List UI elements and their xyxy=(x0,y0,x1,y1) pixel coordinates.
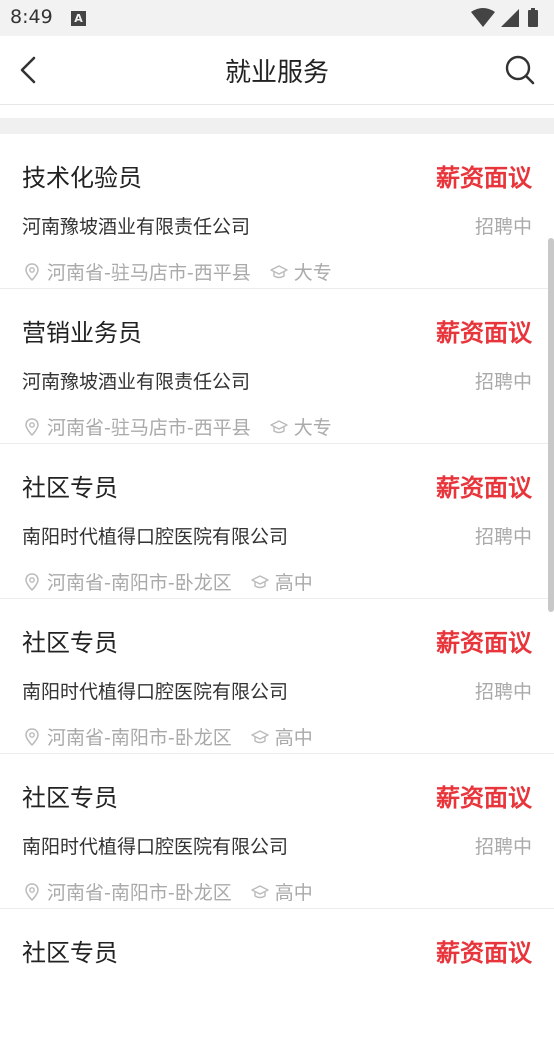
section-divider xyxy=(0,118,554,134)
job-list: 技术化验员 薪资面议 河南豫坡酒业有限责任公司 招聘中 河南省-驻马店市-西平县… xyxy=(0,134,554,1063)
graduation-cap-icon xyxy=(251,574,269,588)
location-pin-icon xyxy=(25,727,39,746)
job-title: 社区专员 xyxy=(22,939,118,967)
job-location: 河南省-驻马店市-西平县 xyxy=(47,262,251,284)
graduation-cap-icon xyxy=(251,884,269,898)
system-status-icons xyxy=(471,8,538,27)
job-meta: 河南省-驻马店市-西平县 大专 xyxy=(22,413,332,440)
job-salary: 薪资面议 xyxy=(436,629,532,657)
job-education: 大专 xyxy=(293,262,332,284)
job-education: 大专 xyxy=(293,417,332,439)
job-card[interactable]: 社区专员 薪资面议 南阳时代植得口腔医院有限公司 招聘中 河南省-南阳市-卧龙区… xyxy=(0,599,554,754)
location-pin-icon xyxy=(25,882,39,901)
job-status: 招聘中 xyxy=(474,371,532,393)
job-title: 社区专员 xyxy=(22,474,118,502)
job-salary: 薪资面议 xyxy=(436,319,532,347)
job-title: 营销业务员 xyxy=(22,319,142,347)
job-education: 高中 xyxy=(274,572,313,594)
job-status: 招聘中 xyxy=(474,836,532,858)
job-education: 高中 xyxy=(274,727,313,749)
job-company: 南阳时代植得口腔医院有限公司 xyxy=(22,681,289,703)
job-company: 河南豫坡酒业有限责任公司 xyxy=(22,216,251,238)
search-icon[interactable] xyxy=(500,50,540,90)
job-card[interactable]: 社区专员 薪资面议 南阳时代植得口腔医院有限公司 招聘中 河南省-南阳市-卧龙区… xyxy=(0,754,554,909)
job-salary: 薪资面议 xyxy=(436,164,532,192)
job-salary: 薪资面议 xyxy=(436,784,532,812)
job-card[interactable]: 技术化验员 薪资面议 河南豫坡酒业有限责任公司 招聘中 河南省-驻马店市-西平县… xyxy=(0,134,554,289)
job-meta: 河南省-南阳市-卧龙区 高中 xyxy=(22,568,313,595)
app-header: 就业服务 xyxy=(0,36,554,105)
job-location: 河南省-南阳市-卧龙区 xyxy=(47,572,232,594)
job-card[interactable]: 社区专员 薪资面议 xyxy=(0,909,554,1063)
page-title: 就业服务 xyxy=(224,58,329,88)
graduation-cap-icon xyxy=(270,264,288,278)
job-status: 招聘中 xyxy=(474,216,532,238)
job-education: 高中 xyxy=(274,882,313,904)
job-card[interactable]: 社区专员 薪资面议 南阳时代植得口腔医院有限公司 招聘中 河南省-南阳市-卧龙区… xyxy=(0,444,554,599)
job-company: 南阳时代植得口腔医院有限公司 xyxy=(22,526,289,548)
job-salary: 薪资面议 xyxy=(436,939,532,967)
notification-badge-icon: A xyxy=(71,11,86,26)
graduation-cap-icon xyxy=(270,419,288,433)
job-salary: 薪资面议 xyxy=(436,474,532,502)
job-status: 招聘中 xyxy=(474,526,532,548)
location-pin-icon xyxy=(25,417,39,436)
graduation-cap-icon xyxy=(251,729,269,743)
job-location: 河南省-南阳市-卧龙区 xyxy=(47,727,232,749)
job-location: 河南省-驻马店市-西平县 xyxy=(47,417,251,439)
job-meta: 河南省-驻马店市-西平县 大专 xyxy=(22,258,332,285)
status-bar: 8:49 A xyxy=(0,0,554,36)
job-title: 社区专员 xyxy=(22,784,118,812)
job-title: 社区专员 xyxy=(22,629,118,657)
job-status: 招聘中 xyxy=(474,681,532,703)
battery-icon xyxy=(528,10,538,27)
wifi-icon xyxy=(471,8,495,27)
job-card[interactable]: 营销业务员 薪资面议 河南豫坡酒业有限责任公司 招聘中 河南省-驻马店市-西平县… xyxy=(0,289,554,444)
job-meta: 河南省-南阳市-卧龙区 高中 xyxy=(22,723,313,750)
signal-icon xyxy=(501,9,519,27)
status-time: 8:49 xyxy=(10,6,53,28)
job-meta: 河南省-南阳市-卧龙区 高中 xyxy=(22,878,313,905)
job-company: 南阳时代植得口腔医院有限公司 xyxy=(22,836,289,858)
job-location: 河南省-南阳市-卧龙区 xyxy=(47,882,232,904)
location-pin-icon xyxy=(25,572,39,591)
job-title: 技术化验员 xyxy=(22,164,142,192)
job-company: 河南豫坡酒业有限责任公司 xyxy=(22,371,251,393)
location-pin-icon xyxy=(25,262,39,281)
scrollbar[interactable] xyxy=(548,238,554,612)
